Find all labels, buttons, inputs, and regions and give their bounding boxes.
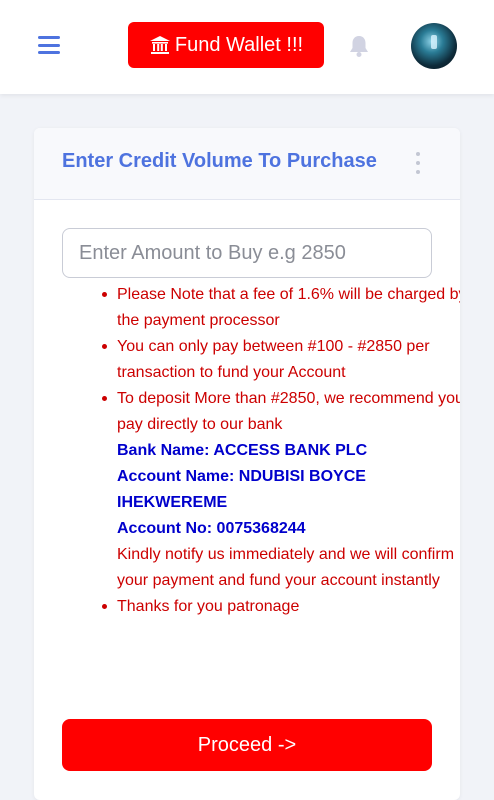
account-number: Account No: 0075368244: [117, 520, 306, 537]
vertical-ellipsis-icon[interactable]: [414, 152, 422, 174]
top-navbar: Fund Wallet !!!: [0, 0, 494, 94]
notify-note: Kindly notify us immediately and we will…: [117, 546, 455, 589]
hamburger-menu-icon[interactable]: [38, 36, 60, 54]
purchase-credit-card: Enter Credit Volume To Purchase Please N…: [34, 128, 460, 800]
bank-icon: [149, 35, 171, 55]
card-header: Enter Credit Volume To Purchase: [34, 128, 460, 200]
fund-wallet-button[interactable]: Fund Wallet !!!: [128, 22, 324, 68]
card-title: Enter Credit Volume To Purchase: [62, 150, 377, 172]
bell-icon[interactable]: [346, 33, 372, 59]
bank-name: Bank Name: ACCESS BANK PLC: [117, 442, 368, 459]
list-item: Please Note that a fee of 1.6% will be c…: [102, 282, 460, 334]
amount-input[interactable]: [62, 228, 432, 278]
deposit-note: To deposit More than #2850, we recommend…: [117, 390, 460, 433]
list-item: You can only pay between #100 - #2850 pe…: [102, 334, 460, 386]
fund-wallet-label: Fund Wallet !!!: [174, 33, 304, 56]
user-avatar[interactable]: [411, 23, 457, 69]
list-item: Thanks for you patronage: [102, 594, 460, 620]
notes-list: Please Note that a fee of 1.6% will be c…: [94, 282, 460, 620]
proceed-button[interactable]: Proceed ->: [62, 719, 432, 771]
list-item: To deposit More than #2850, we recommend…: [102, 386, 460, 594]
account-name: Account Name: NDUBISI BOYCE IHEKWEREME: [117, 468, 366, 511]
